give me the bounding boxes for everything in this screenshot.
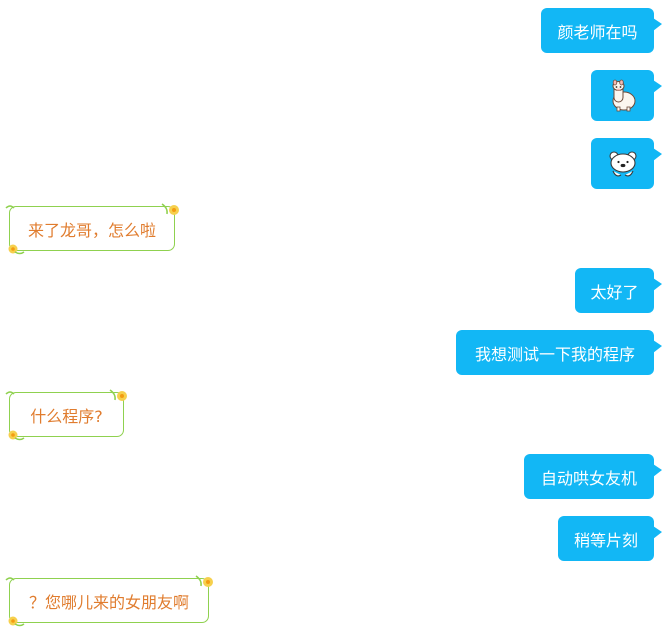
sent-message-bubble[interactable]: 太好了 (575, 268, 662, 313)
polar-bear-emoji-icon (608, 150, 637, 176)
alpaca-emoji-icon (612, 79, 635, 111)
sent-message-bubble[interactable]: 自动哄女友机 (524, 454, 662, 499)
bubble-tail (653, 464, 662, 477)
bubble-tail (653, 80, 662, 93)
message-text: 自动哄女友机 (540, 468, 637, 488)
bubble-tail (653, 18, 662, 31)
bubble-tail (653, 278, 662, 291)
bubble-tail (653, 340, 662, 353)
sent-message-bubble[interactable]: 稍等片刻 (558, 516, 662, 561)
message-text: 太好了 (590, 282, 639, 302)
received-message-bubble[interactable]: 来了龙哥，怎么啦 (9, 206, 175, 251)
bubble-tail (653, 526, 662, 539)
message-text: 什么程序? (30, 406, 103, 426)
sent-sticker-bubble[interactable] (591, 138, 662, 189)
message-text: 稍等片刻 (573, 530, 638, 550)
message-text: 颜老师在吗 (557, 22, 638, 42)
received-message-bubble[interactable]: 什么程序? (9, 392, 124, 437)
sent-sticker-bubble[interactable] (591, 70, 662, 121)
sent-message-bubble[interactable]: 颜老师在吗 (541, 8, 662, 53)
sent-message-bubble[interactable]: 我想测试一下我的程序 (456, 330, 662, 375)
message-text: 我想测试一下我的程序 (474, 344, 635, 364)
message-text: ？您哪儿来的女朋友啊 (28, 592, 189, 612)
bubble-tail (653, 148, 662, 161)
received-message-bubble[interactable]: ？您哪儿来的女朋友啊 (9, 578, 209, 623)
message-text: 来了龙哥，怎么啦 (27, 220, 156, 240)
